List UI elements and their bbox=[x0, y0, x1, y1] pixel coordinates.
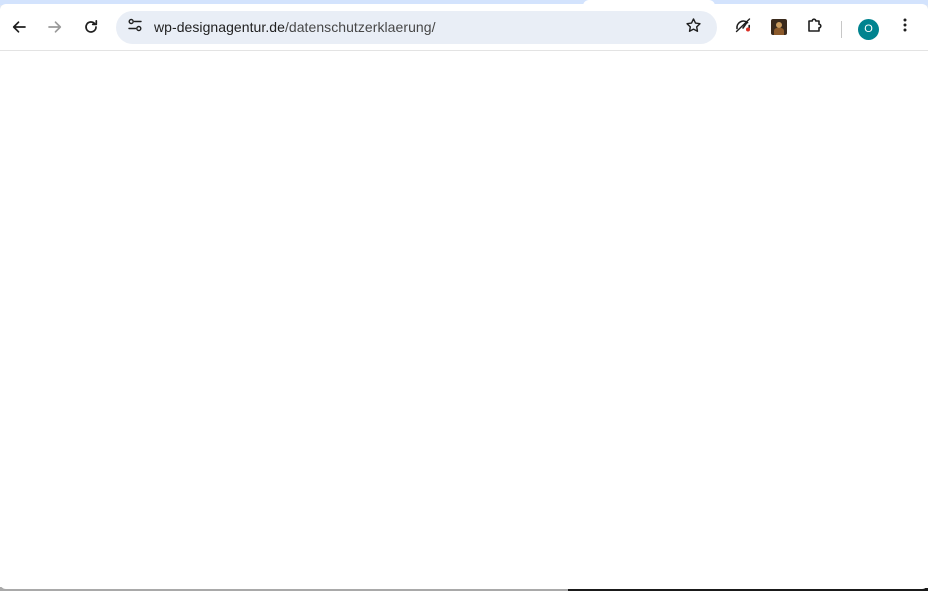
arrow-left-icon bbox=[11, 19, 27, 35]
toolbar-divider bbox=[841, 21, 842, 38]
arrow-right-icon bbox=[47, 19, 63, 35]
page-content bbox=[0, 51, 928, 588]
back-button[interactable] bbox=[5, 13, 33, 41]
performance-button[interactable] bbox=[730, 14, 756, 40]
url-path: /datenschutzerklaerung/ bbox=[284, 19, 436, 35]
browser-toolbar: wp-designagentur.de/datenschutzerklaerun… bbox=[0, 4, 928, 50]
speedometer-off-icon bbox=[734, 16, 752, 39]
tune-icon bbox=[127, 17, 143, 38]
profile-avatar[interactable]: O bbox=[858, 19, 879, 40]
reload-button[interactable] bbox=[77, 13, 105, 41]
extension-thumbnail-icon bbox=[771, 19, 787, 35]
more-menu-button[interactable] bbox=[892, 14, 918, 40]
extension-button[interactable] bbox=[766, 14, 792, 40]
url-domain: wp-designagentur.de bbox=[154, 19, 285, 35]
bookmark-button[interactable] bbox=[681, 15, 706, 40]
puzzle-piece-icon bbox=[806, 16, 824, 39]
address-bar[interactable]: wp-designagentur.de/datenschutzerklaerun… bbox=[116, 11, 717, 44]
star-outline-icon bbox=[685, 17, 702, 39]
forward-button[interactable] bbox=[41, 13, 69, 41]
window-bottom-corners bbox=[0, 583, 928, 589]
site-info-button[interactable] bbox=[121, 14, 148, 41]
extensions-menu-button[interactable] bbox=[802, 14, 828, 40]
reload-icon bbox=[83, 19, 99, 35]
url-text[interactable]: wp-designagentur.de/datenschutzerklaerun… bbox=[154, 19, 436, 36]
vertical-dots-icon bbox=[897, 17, 913, 38]
browser-window: wp-designagentur.de/datenschutzerklaerun… bbox=[0, 0, 928, 591]
